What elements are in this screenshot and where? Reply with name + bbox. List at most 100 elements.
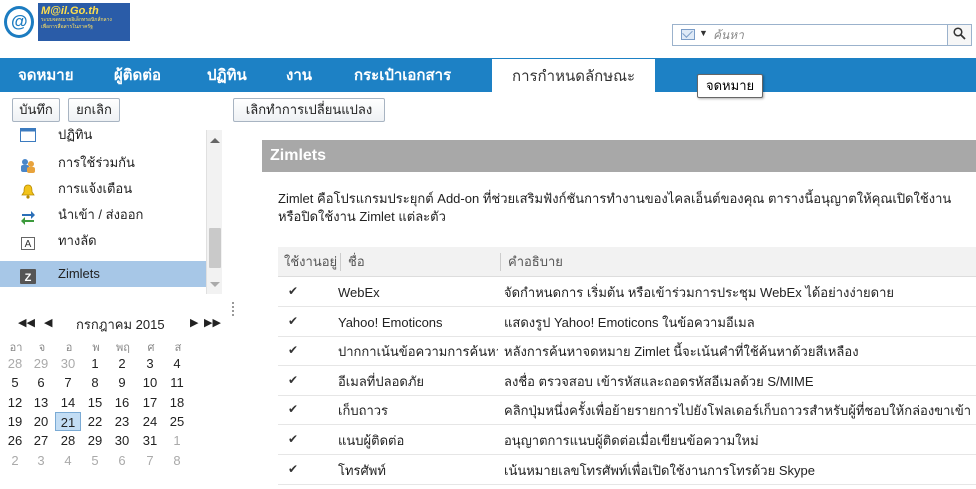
calendar-day[interactable]: 15 — [82, 393, 108, 412]
zimlet-description: ลงชื่อ ตรวจสอบ เข้ารหัสและถอดรหัสอีเมลด้… — [504, 373, 814, 389]
logo-title: M@il.Go.th — [41, 5, 99, 17]
column-header-description[interactable]: คำอธิบาย — [508, 247, 563, 277]
cancel-button[interactable]: ยกเลิก — [68, 98, 120, 122]
calendar-day[interactable]: 25 — [164, 412, 190, 431]
table-row[interactable]: ✔ แนบผู้ติดต่อ อนุญาตการแนบผู้ติดต่อเมื่อเ… — [278, 426, 976, 455]
scroll-up-arrow[interactable] — [210, 138, 220, 143]
zimlet-name: แนบผู้ติดต่อ — [338, 433, 405, 448]
column-header-enabled[interactable]: ใช้งานอยู่ — [284, 247, 337, 277]
calendar-day[interactable]: 12 — [2, 393, 28, 412]
calendar-day[interactable]: 17 — [137, 393, 163, 412]
sidebar-item-label: การใช้ร่วมกัน — [58, 155, 135, 170]
tab-contacts[interactable]: ผู้ติดต่อ — [114, 58, 161, 92]
sidebar-item-shortcuts[interactable]: A ทางลัด — [0, 228, 206, 254]
calendar-day[interactable]: 22 — [82, 412, 108, 431]
calendar-day[interactable]: 31 — [137, 431, 163, 450]
app-logo[interactable]: @ M@il.Go.th ระบบจดหมายอิเล็กทรอนิกส์กลา… — [2, 2, 130, 41]
table-row[interactable]: ✔ ปากกาเน้นข้อความการค้นหา หลังการค้นหาจดห… — [278, 337, 976, 367]
calendar-day[interactable]: 20 — [28, 412, 54, 431]
column-divider[interactable] — [500, 253, 501, 271]
search-button[interactable] — [947, 25, 971, 45]
sidebar-item-import-export[interactable]: นำเข้า / ส่งออก — [0, 202, 206, 228]
calendar-day[interactable]: 29 — [28, 354, 54, 373]
tab-tasks[interactable]: งาน — [286, 58, 312, 92]
calendar-day[interactable]: 24 — [137, 412, 163, 431]
sidebar-scrollbar[interactable] — [206, 130, 222, 294]
zimlet-description: คลิกปุ่มหนึ่งครั้งเพื่อย้ายรายการไปยังโฟ… — [504, 403, 972, 419]
calendar-day[interactable]: 14 — [55, 393, 81, 412]
sidebar-item-zimlets[interactable]: Z Zimlets — [0, 261, 206, 287]
calendar-day[interactable]: 1 — [82, 354, 108, 373]
calendar-day[interactable]: 8 — [82, 373, 108, 392]
main-tab-bar: จดหมาย ผู้ติดต่อ ปฏิทิน งาน กระเป๋าเอกสา… — [0, 58, 976, 92]
calendar-month-title[interactable]: กรกฎาคม 2015 — [76, 314, 165, 335]
sidebar-item-calendar[interactable]: ปฏิทิน — [0, 126, 206, 146]
scrollbar-thumb[interactable] — [209, 228, 221, 268]
calendar-icon — [20, 128, 36, 143]
enabled-checkbox[interactable]: ✔ — [288, 344, 300, 356]
calendar-day[interactable]: 13 — [28, 393, 54, 412]
next-month-button[interactable]: ▶ — [190, 316, 198, 329]
calendar-day[interactable]: 4 — [164, 354, 190, 373]
enabled-checkbox[interactable]: ✔ — [288, 463, 300, 475]
tab-preferences[interactable]: การกำหนดลักษณะ — [492, 58, 656, 92]
calendar-day[interactable]: 8 — [164, 451, 190, 470]
calendar-day[interactable]: 18 — [164, 393, 190, 412]
calendar-day[interactable]: 3 — [137, 354, 163, 373]
sidebar-item-sharing[interactable]: การใช้ร่วมกัน — [0, 150, 206, 176]
envelope-icon[interactable] — [681, 29, 695, 40]
table-row[interactable]: ✔ Yahoo! Emoticons แสดงรูป Yahoo! Emoticon… — [278, 308, 976, 337]
prev-month-button[interactable]: ◀ — [44, 316, 52, 329]
enabled-checkbox[interactable]: ✔ — [288, 374, 300, 386]
column-divider[interactable] — [340, 253, 341, 271]
calendar-day[interactable]: 7 — [55, 373, 81, 392]
enabled-checkbox[interactable]: ✔ — [288, 285, 300, 297]
save-button[interactable]: บันทึก — [12, 98, 60, 122]
tab-mail[interactable]: จดหมาย — [18, 58, 74, 92]
calendar-day[interactable]: 30 — [55, 354, 81, 373]
calendar-day[interactable]: 29 — [82, 431, 108, 450]
tab-calendar[interactable]: ปฏิทิน — [207, 58, 247, 92]
table-row[interactable]: ✔ เก็บถาวร คลิกปุ่มหนึ่งครั้งเพื่อย้ายรายก… — [278, 396, 976, 426]
calendar-day[interactable]: 7 — [137, 451, 163, 470]
next-year-button[interactable]: ▶▶ — [204, 316, 221, 329]
search-type-dropdown[interactable]: ▼ — [699, 28, 708, 38]
calendar-day[interactable]: 10 — [137, 373, 163, 392]
table-row[interactable]: ✔ WebEx จัดกำหนดการ เริ่มต้น หรือเข้าร่วมก… — [278, 278, 976, 307]
scroll-down-arrow[interactable] — [210, 282, 220, 287]
calendar-day[interactable]: 4 — [55, 451, 81, 470]
calendar-day[interactable]: 19 — [2, 412, 28, 431]
calendar-day[interactable]: 2 — [2, 451, 28, 470]
calendar-day[interactable]: 28 — [55, 431, 81, 450]
calendar-day[interactable]: 5 — [2, 373, 28, 392]
enabled-checkbox[interactable]: ✔ — [288, 315, 300, 327]
calendar-day[interactable]: 30 — [109, 431, 135, 450]
table-row[interactable]: ✔ โทรศัพท์ เน้นหมายเลขโทรศัพท์เพื่อเปิดใช้… — [278, 456, 976, 485]
import-export-icon — [20, 208, 36, 225]
calendar-day[interactable]: 26 — [2, 431, 28, 450]
calendar-day[interactable]: 6 — [28, 373, 54, 392]
enabled-checkbox[interactable]: ✔ — [288, 403, 300, 415]
calendar-day[interactable]: 5 — [82, 451, 108, 470]
calendar-day[interactable]: 9 — [109, 373, 135, 392]
calendar-day[interactable]: 27 — [28, 431, 54, 450]
table-row[interactable]: ✔ อีเมลที่ปลอดภัย ลงชื่อ ตรวจสอบ เข้ารหัสแ… — [278, 367, 976, 396]
calendar-day[interactable]: 11 — [164, 373, 190, 392]
sidebar-item-label: Zimlets — [58, 266, 100, 281]
calendar-day[interactable]: 1 — [164, 431, 190, 450]
calendar-day[interactable]: 6 — [109, 451, 135, 470]
calendar-day[interactable]: 16 — [109, 393, 135, 412]
calendar-day[interactable]: 21 — [55, 411, 81, 431]
column-header-name[interactable]: ชื่อ — [348, 247, 365, 277]
sidebar-item-notifications[interactable]: การแจ้งเตือน — [0, 176, 206, 202]
calendar-day[interactable]: 23 — [109, 412, 135, 431]
calendar-day[interactable]: 28 — [2, 354, 28, 373]
sidebar-item-label: ทางลัด — [58, 233, 97, 248]
search-input[interactable] — [713, 27, 933, 43]
undo-changes-button[interactable]: เลิกทำการเปลี่ยนแปลง — [233, 98, 385, 122]
enabled-checkbox[interactable]: ✔ — [288, 433, 300, 445]
calendar-day[interactable]: 3 — [28, 451, 54, 470]
calendar-day[interactable]: 2 — [109, 354, 135, 373]
prev-year-button[interactable]: ◀◀ — [18, 316, 35, 329]
tab-briefcase[interactable]: กระเป๋าเอกสาร — [354, 58, 451, 92]
